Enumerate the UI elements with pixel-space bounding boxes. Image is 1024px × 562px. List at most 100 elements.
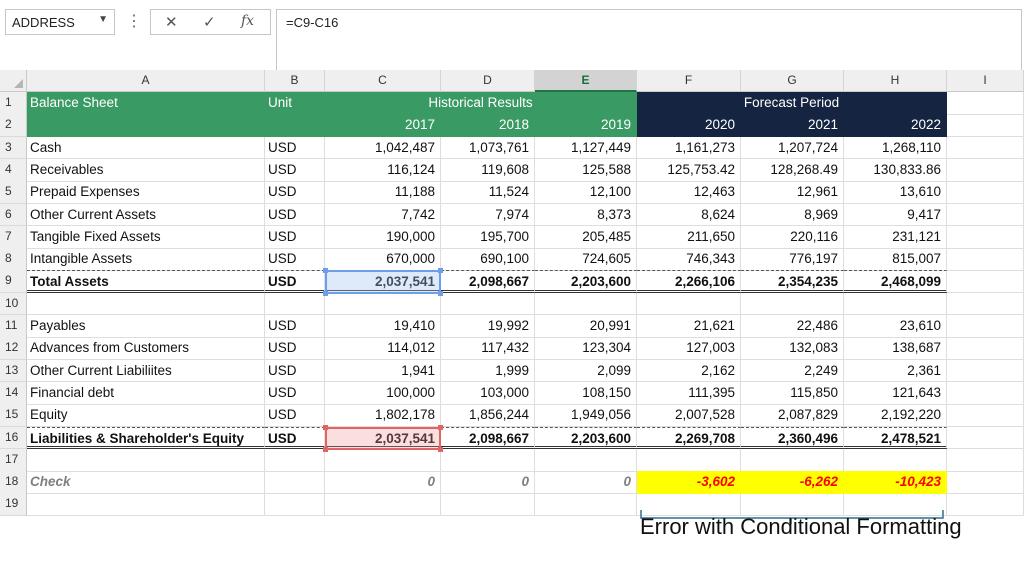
name-box[interactable]: ADDRESS ▼ xyxy=(5,9,115,35)
asset-row-5-label[interactable]: Prepaid Expenses xyxy=(27,181,265,204)
empty-cell[interactable] xyxy=(441,292,535,316)
asset-row-4-value[interactable]: 116,124 xyxy=(325,158,441,182)
liability-row-12-value[interactable]: 123,304 xyxy=(535,337,637,361)
liability-row-11-label[interactable]: Payables xyxy=(27,315,265,338)
empty-cell[interactable] xyxy=(441,493,535,517)
total-liabilities-row-unit[interactable]: USD xyxy=(265,426,325,450)
total-assets-row-value[interactable]: 2,203,600 xyxy=(535,270,637,294)
check-value[interactable]: 0 xyxy=(535,471,637,494)
row-header-4[interactable]: 4 xyxy=(0,158,27,182)
asset-row-5-value[interactable]: 12,463 xyxy=(637,181,741,204)
formula-input[interactable]: =C9-C16 xyxy=(276,9,1022,70)
column-header-b[interactable]: B xyxy=(265,70,325,92)
selection-handle[interactable] xyxy=(438,447,443,453)
cell-i2[interactable] xyxy=(947,114,1024,138)
cell-b1[interactable]: Unit xyxy=(265,92,325,115)
liability-row-12-unit[interactable]: USD xyxy=(265,337,325,361)
liability-row-11-value[interactable]: 22,486 xyxy=(741,315,844,338)
liability-row-11-value[interactable]: 21,621 xyxy=(637,315,741,338)
liability-row-14-unit[interactable]: USD xyxy=(265,381,325,405)
liability-row-13-i[interactable] xyxy=(947,359,1024,383)
empty-cell[interactable] xyxy=(325,448,441,472)
asset-row-5-value[interactable]: 12,961 xyxy=(741,181,844,204)
row-header-1[interactable]: 1 xyxy=(0,92,27,115)
selection-handle[interactable] xyxy=(323,291,328,297)
asset-row-4-label[interactable]: Receivables xyxy=(27,158,265,182)
asset-row-3-i[interactable] xyxy=(947,136,1024,160)
cancel-icon[interactable]: ✕ xyxy=(165,13,178,31)
liability-row-13-value[interactable]: 1,999 xyxy=(441,359,535,383)
row-header-9[interactable]: 9 xyxy=(0,270,27,294)
asset-row-7-value[interactable]: 220,116 xyxy=(741,225,844,249)
liability-row-11-value[interactable]: 19,992 xyxy=(441,315,535,338)
asset-row-8-unit[interactable]: USD xyxy=(265,248,325,271)
column-header-g[interactable]: G xyxy=(741,70,844,92)
cell-b2[interactable] xyxy=(265,114,325,138)
asset-row-4-value[interactable]: 128,268.49 xyxy=(741,158,844,182)
liability-row-15-label[interactable]: Equity xyxy=(27,404,265,427)
empty-cell[interactable] xyxy=(741,292,844,316)
liability-row-11-value[interactable]: 20,991 xyxy=(535,315,637,338)
total-liabilities-row-value[interactable]: 2,478,521 xyxy=(844,426,947,450)
asset-row-7-i[interactable] xyxy=(947,225,1024,249)
liability-row-13-unit[interactable]: USD xyxy=(265,359,325,383)
liability-row-12-value[interactable]: 114,012 xyxy=(325,337,441,361)
more-options-icon[interactable]: ⋮ xyxy=(126,11,142,31)
row-header-12[interactable]: 12 xyxy=(0,337,27,361)
empty-cell[interactable] xyxy=(535,448,637,472)
empty-cell[interactable] xyxy=(741,448,844,472)
selection-handle[interactable] xyxy=(438,291,443,297)
liability-row-13-label[interactable]: Other Current Liabiliites xyxy=(27,359,265,383)
row-header-8[interactable]: 8 xyxy=(0,248,27,271)
check-i[interactable] xyxy=(947,471,1024,494)
asset-row-4-value[interactable]: 125,753.42 xyxy=(637,158,741,182)
asset-row-3-value[interactable]: 1,207,724 xyxy=(741,136,844,160)
empty-cell[interactable] xyxy=(947,292,1024,316)
asset-row-8-value[interactable]: 746,343 xyxy=(637,248,741,271)
asset-row-6-value[interactable]: 8,373 xyxy=(535,203,637,227)
cell-year-2021[interactable]: 2021 xyxy=(741,114,844,138)
empty-cell[interactable] xyxy=(265,448,325,472)
select-all-corner[interactable] xyxy=(0,70,27,92)
empty-cell[interactable] xyxy=(441,448,535,472)
liability-row-12-i[interactable] xyxy=(947,337,1024,361)
liability-row-11-unit[interactable]: USD xyxy=(265,315,325,338)
column-header-f[interactable]: F xyxy=(637,70,741,92)
total-assets-row-value[interactable]: 2,354,235 xyxy=(741,270,844,294)
asset-row-5-value[interactable]: 11,524 xyxy=(441,181,535,204)
liability-row-14-value[interactable]: 115,850 xyxy=(741,381,844,405)
selection-handle[interactable] xyxy=(438,268,443,274)
total-liabilities-row-label[interactable]: Liabilities & Shareholder's Equity xyxy=(27,426,265,450)
liability-row-15-value[interactable]: 1,802,178 xyxy=(325,404,441,427)
row-header-17[interactable]: 17 xyxy=(0,448,27,472)
liability-row-15-value[interactable]: 1,949,056 xyxy=(535,404,637,427)
asset-row-3-value[interactable]: 1,161,273 xyxy=(637,136,741,160)
asset-row-4-i[interactable] xyxy=(947,158,1024,182)
chevron-down-icon[interactable]: ▼ xyxy=(98,14,108,25)
liability-row-13-value[interactable]: 2,361 xyxy=(844,359,947,383)
liability-row-12-value[interactable]: 132,083 xyxy=(741,337,844,361)
selection-handle[interactable] xyxy=(323,424,328,430)
total-liabilities-row-value[interactable]: 2,360,496 xyxy=(741,426,844,450)
asset-row-8-value[interactable]: 670,000 xyxy=(325,248,441,271)
cell-i1[interactable] xyxy=(947,92,1024,115)
check-label[interactable]: Check xyxy=(27,471,265,494)
empty-cell[interactable] xyxy=(27,292,265,316)
asset-row-8-value[interactable]: 724,605 xyxy=(535,248,637,271)
asset-row-6-unit[interactable]: USD xyxy=(265,203,325,227)
row-header-7[interactable]: 7 xyxy=(0,225,27,249)
liability-row-14-value[interactable]: 108,150 xyxy=(535,381,637,405)
asset-row-7-label[interactable]: Tangible Fixed Assets xyxy=(27,225,265,249)
column-header-a[interactable]: A xyxy=(27,70,265,92)
check-error-value[interactable]: -6,262 xyxy=(741,471,844,494)
enter-icon[interactable]: ✓ xyxy=(203,13,216,31)
empty-cell[interactable] xyxy=(27,448,265,472)
asset-row-7-value[interactable]: 205,485 xyxy=(535,225,637,249)
liability-row-11-value[interactable]: 19,410 xyxy=(325,315,441,338)
empty-cell[interactable] xyxy=(844,448,947,472)
empty-cell[interactable] xyxy=(844,292,947,316)
total-liabilities-row-i[interactable] xyxy=(947,426,1024,450)
row-header-10[interactable]: 10 xyxy=(0,292,27,316)
insert-function-icon[interactable]: fx xyxy=(241,13,254,29)
row-header-14[interactable]: 14 xyxy=(0,381,27,405)
